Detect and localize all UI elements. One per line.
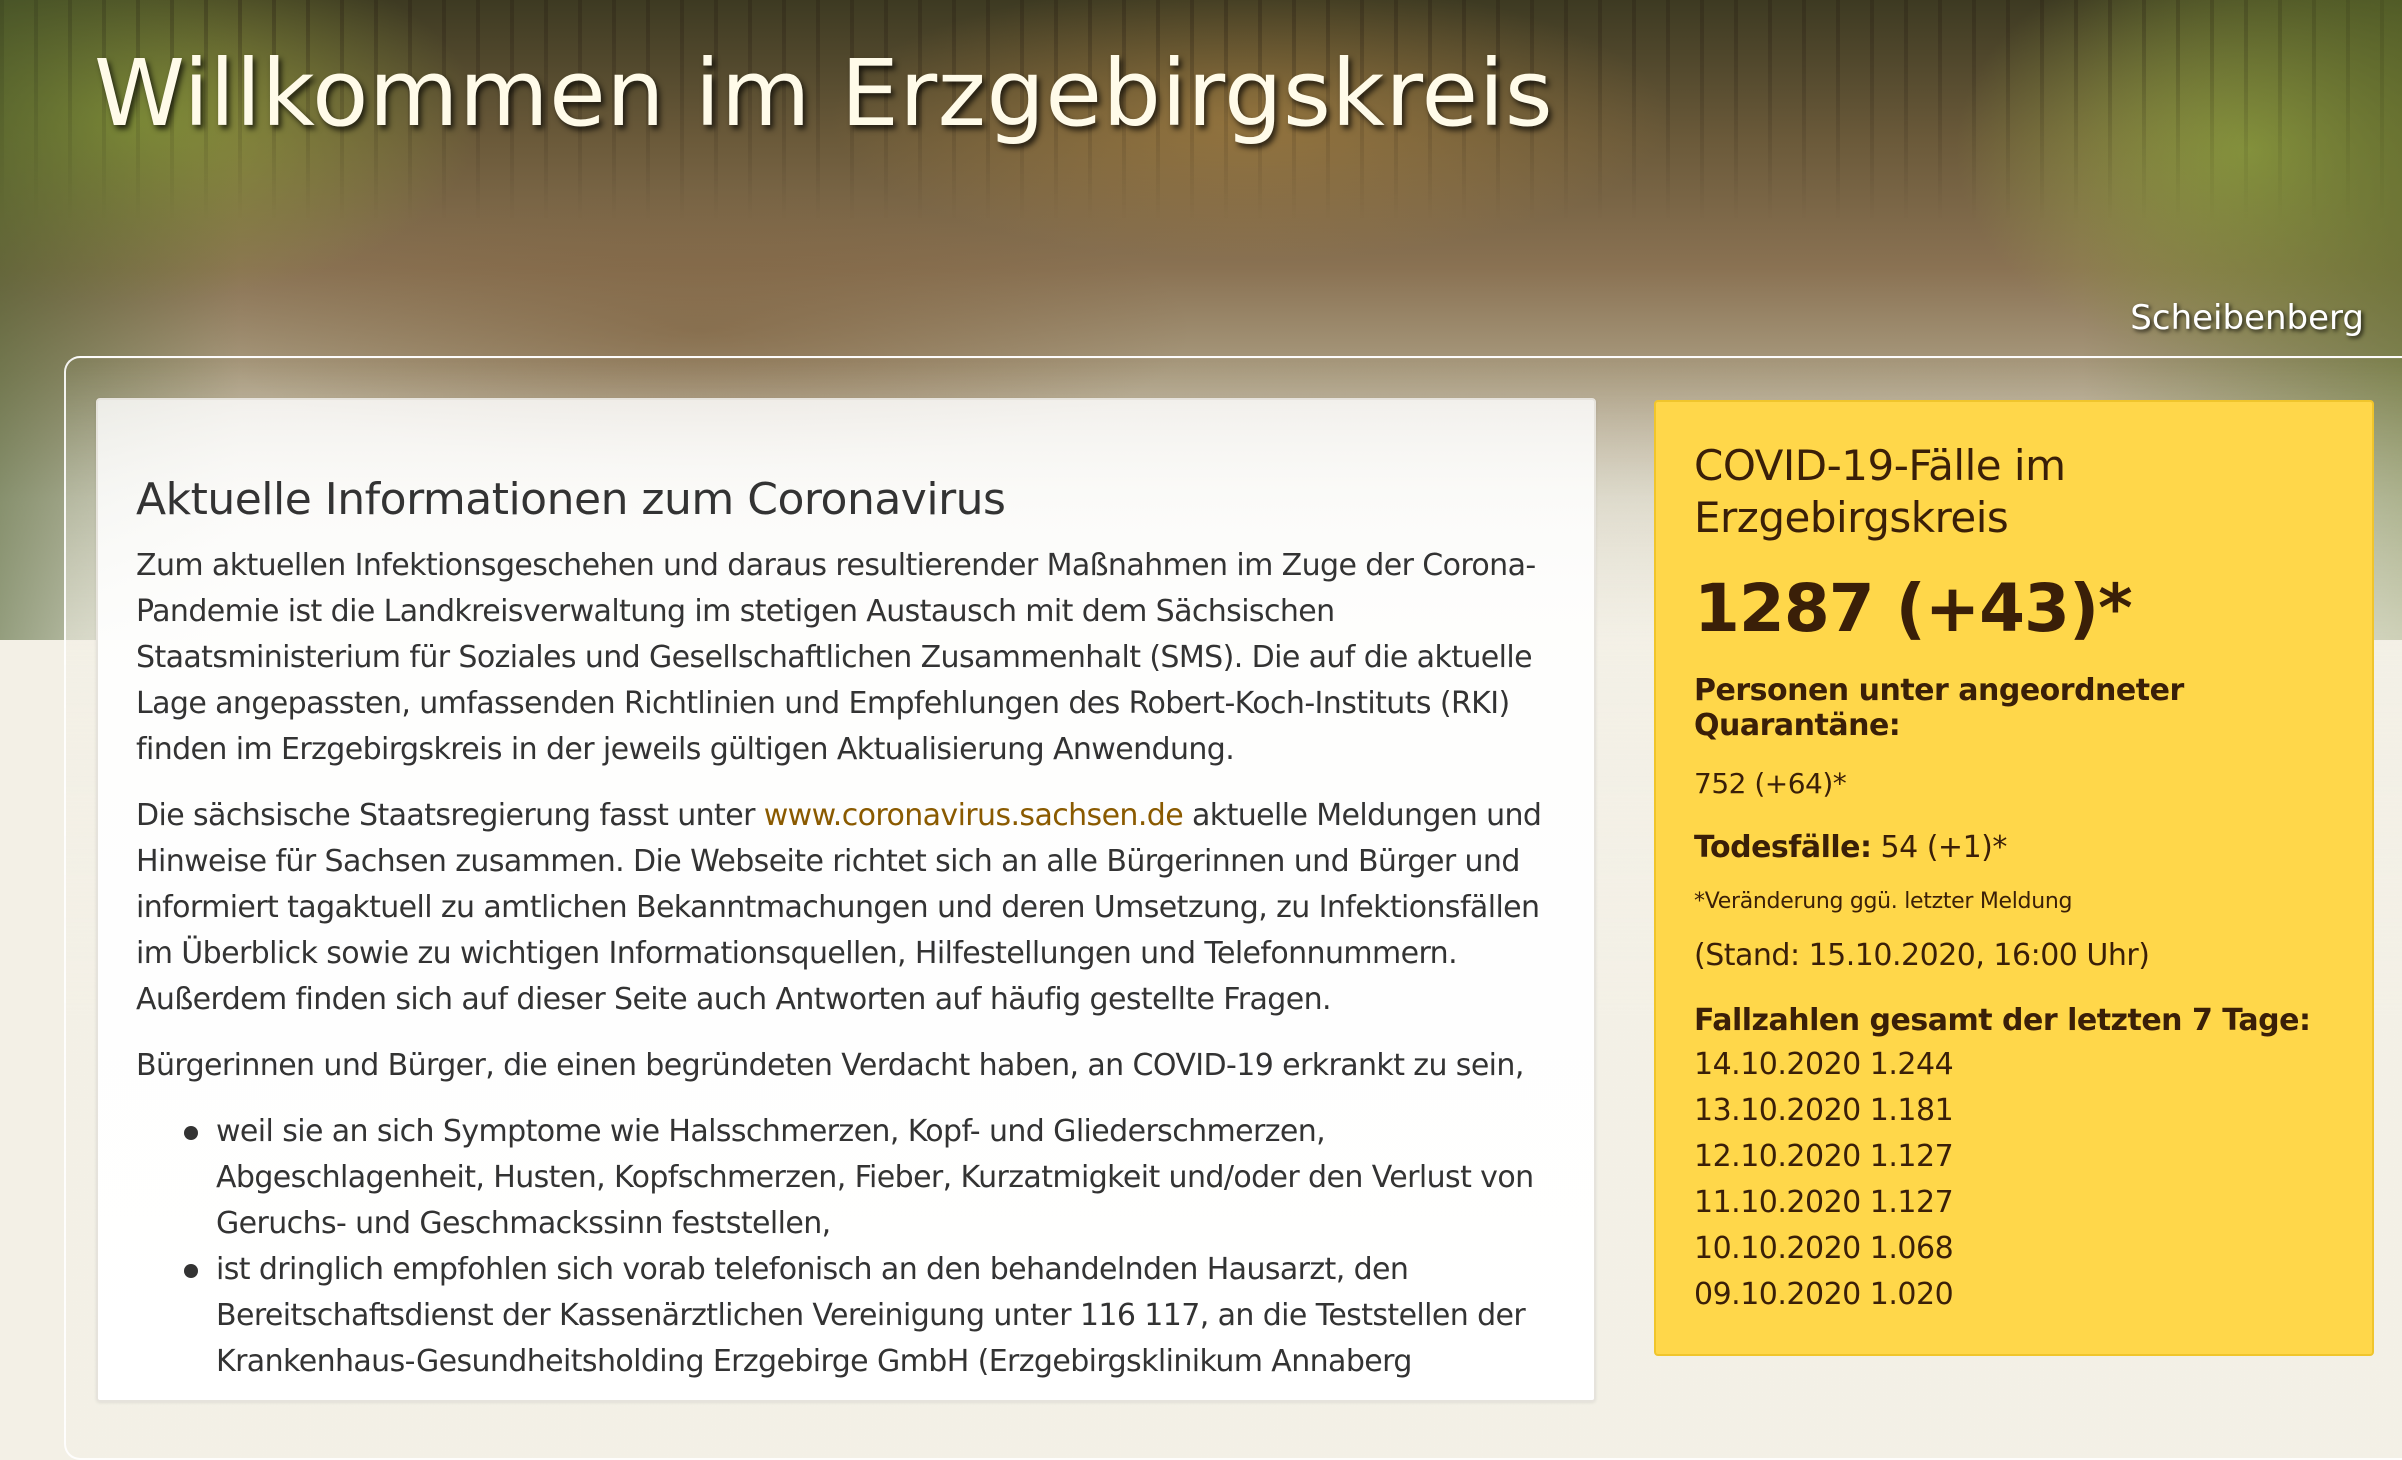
seven-day-row: 13.10.2020 1.181: [1694, 1093, 1954, 1128]
covid-stats-body: COVID-19-Fälle im Erzgebirgskreis 1287 (…: [1694, 440, 2334, 1318]
seven-day-row: 14.10.2020 1.244: [1694, 1047, 1954, 1082]
article-paragraph-1: Zum aktuellen Infektionsgeschehen und da…: [136, 548, 1536, 767]
covid-heading: COVID-19-Fälle im Erzgebirgskreis: [1694, 441, 2066, 542]
coronavirus-sachsen-link[interactable]: www.coronavirus.sachsen.de: [764, 798, 1184, 833]
article-heading: Aktuelle Informationen zum Coronavirus: [136, 474, 1006, 525]
list-item: ist dringlich empfohlen sich vorab telef…: [184, 1247, 1556, 1385]
site-title[interactable]: Willkommen im Erzgebirgskreis: [94, 40, 1553, 147]
seven-day-row: 11.10.2020 1.127: [1694, 1185, 1954, 1220]
seven-day-label: Fallzahlen gesamt der letzten 7 Tage:: [1694, 1003, 2311, 1038]
change-note: *Veränderung ggü. letzter Meldung: [1694, 889, 2073, 914]
covid-case-count: 1287 (+43)*: [1694, 570, 2133, 647]
quarantine-value: 752 (+64)*: [1694, 767, 1847, 800]
list-item-text: weil sie an sich Symptome wie Halsschmer…: [216, 1114, 1534, 1241]
deaths-row: Todesfälle: 54 (+1)*: [1694, 830, 2334, 865]
article-body: Aktuelle Informationen zum Coronavirus Z…: [136, 474, 1556, 1385]
photo-caption: Scheibenberg: [2130, 298, 2364, 338]
list-item-text: ist dringlich empfohlen sich vorab telef…: [216, 1252, 1526, 1379]
covid-stats-box: COVID-19-Fälle im Erzgebirgskreis 1287 (…: [1654, 400, 2374, 1356]
deaths-value: 54 (+1)*: [1871, 830, 2008, 865]
deaths-label: Todesfälle:: [1694, 830, 1872, 865]
seven-day-row: 10.10.2020 1.068: [1694, 1231, 1954, 1266]
article-paragraph-2: Die sächsische Staatsregierung fasst unt…: [136, 793, 1556, 1023]
article-paragraph-2-start: Die sächsische Staatsregierung fasst unt…: [136, 798, 764, 833]
symptom-list: weil sie an sich Symptome wie Halsschmer…: [136, 1109, 1556, 1385]
quarantine-label: Personen unter angeordneter Quarantäne:: [1694, 673, 2184, 743]
list-item: weil sie an sich Symptome wie Halsschmer…: [184, 1109, 1556, 1247]
data-timestamp: (Stand: 15.10.2020, 16:00 Uhr): [1694, 938, 2150, 973]
seven-day-row: 12.10.2020 1.127: [1694, 1139, 1954, 1174]
seven-day-row: 09.10.2020 1.020: [1694, 1277, 1954, 1312]
bullet-icon: [184, 1264, 198, 1278]
article-card: Aktuelle Informationen zum Coronavirus Z…: [96, 398, 1596, 1402]
bullet-icon: [184, 1126, 198, 1140]
article-paragraph-3: Bürgerinnen und Bürger, die einen begrün…: [136, 1048, 1524, 1083]
